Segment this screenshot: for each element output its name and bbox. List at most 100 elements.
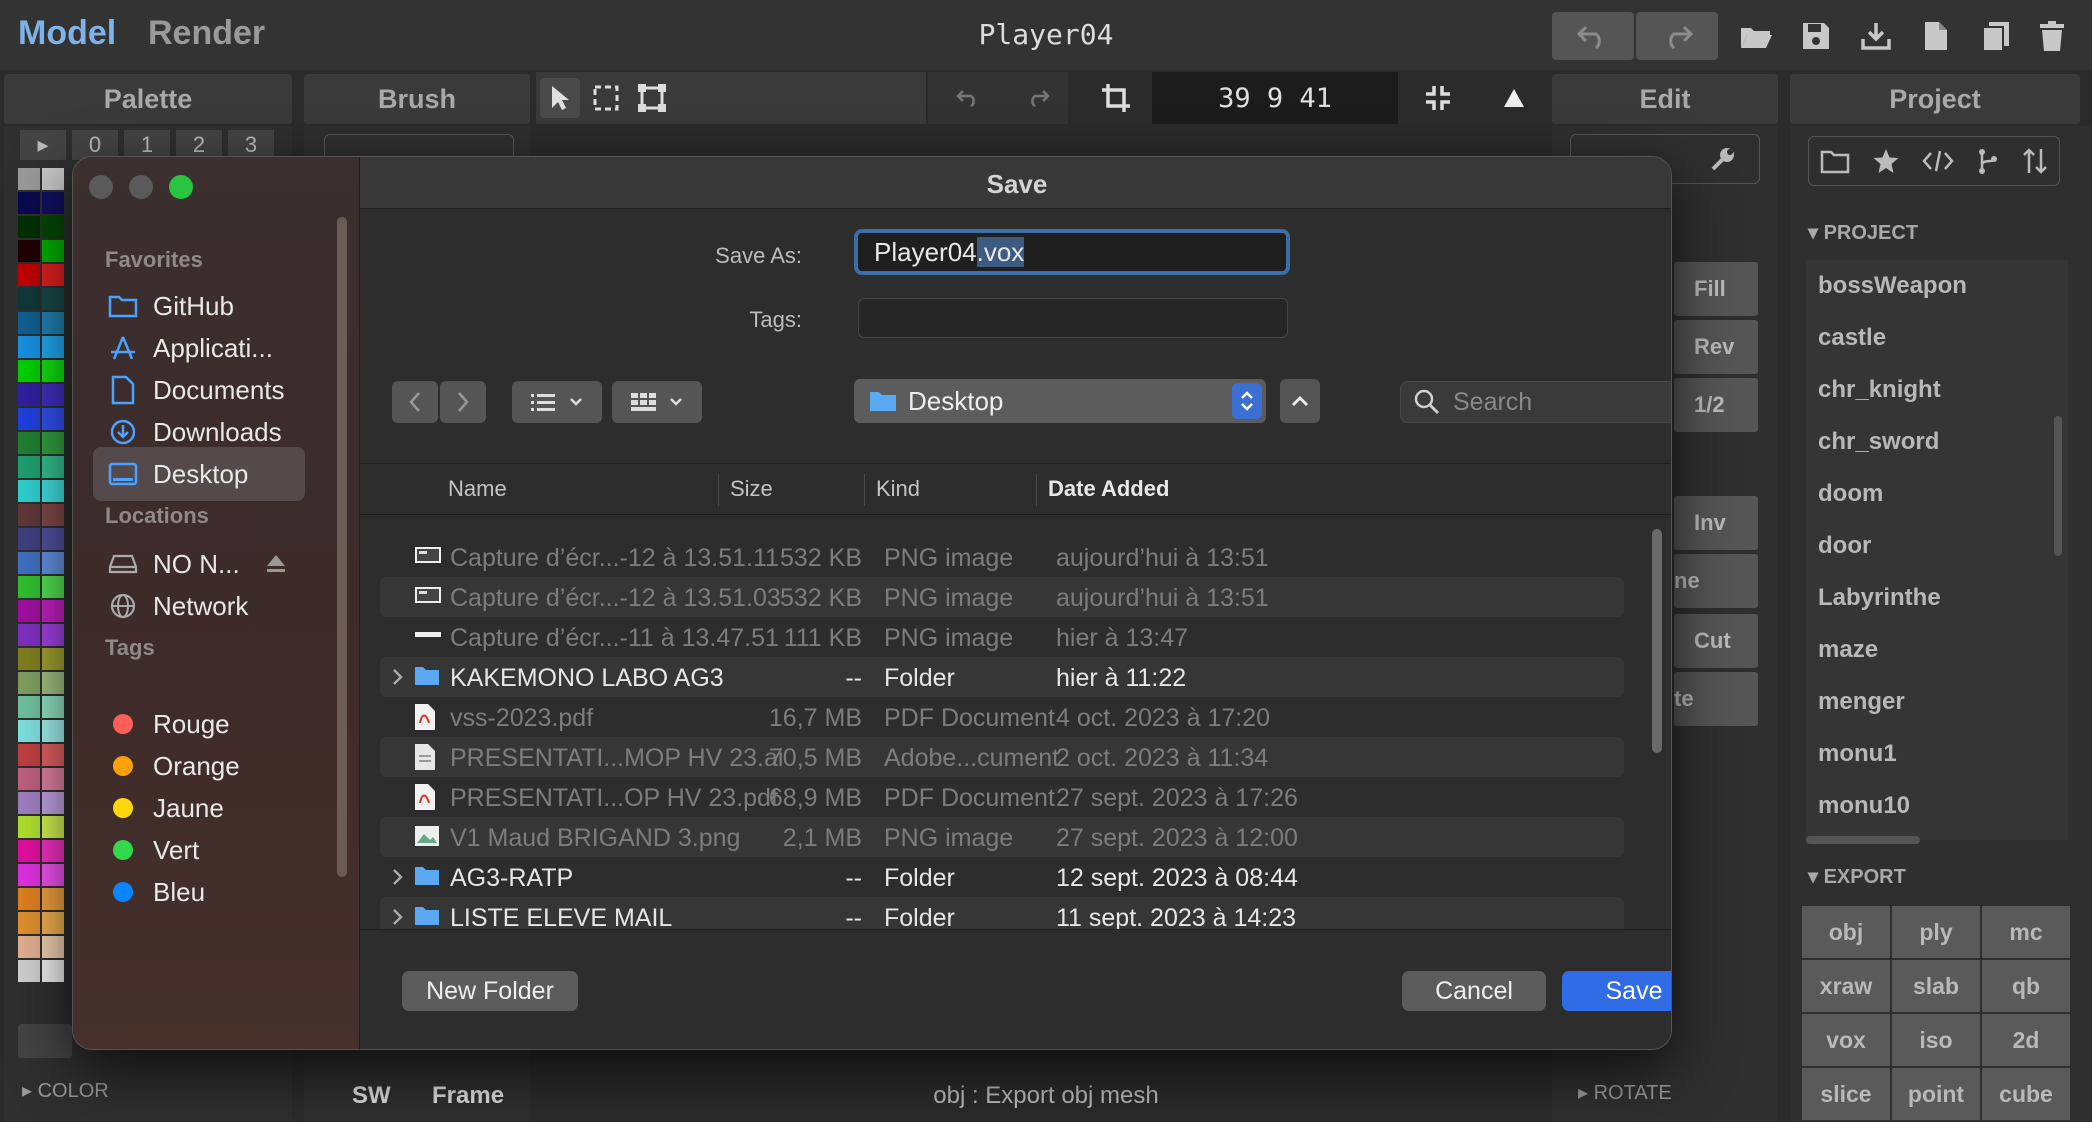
step-undo-button[interactable] — [948, 78, 988, 118]
folder-row[interactable]: LISTE ELEVE MAIL -- Folder 11 sept. 2023 à … — [380, 897, 1624, 929]
export-obj-button[interactable]: obj — [1802, 906, 1890, 958]
project-list-item[interactable]: monu10 — [1806, 780, 2068, 832]
export-slice-button[interactable]: slice — [1802, 1068, 1890, 1120]
sidebar-item-desktop[interactable]: Desktop — [93, 447, 305, 501]
color-swatch[interactable] — [42, 312, 64, 334]
color-swatch[interactable] — [18, 600, 40, 622]
export-qb-button[interactable]: qb — [1982, 960, 2070, 1012]
color-swatch[interactable] — [42, 264, 64, 286]
minimize-window-button[interactable] — [129, 175, 153, 199]
color-swatch[interactable] — [18, 816, 40, 838]
color-swatch[interactable] — [18, 672, 40, 694]
color-swatch[interactable] — [18, 408, 40, 430]
color-swatch[interactable] — [18, 168, 40, 190]
color-swatch[interactable] — [18, 264, 40, 286]
collapse-dialog-button[interactable] — [1280, 379, 1320, 423]
color-swatch[interactable] — [42, 912, 64, 934]
file-row[interactable]: V1 Maud BRIGAND 3.png 2,1 MB PNG image 27 s… — [380, 817, 1624, 857]
color-swatch[interactable] — [18, 720, 40, 742]
select-tool-button[interactable] — [540, 78, 580, 118]
color-swatch[interactable] — [42, 648, 64, 670]
edit-cut-button[interactable]: Cut — [1674, 614, 1758, 668]
color-swatch[interactable] — [42, 888, 64, 910]
export-section-title[interactable]: ▾ EXPORT — [1808, 864, 1906, 889]
color-swatch[interactable] — [42, 288, 64, 310]
color-swatch[interactable] — [18, 912, 40, 934]
save-file-button[interactable] — [1796, 16, 1836, 56]
file-row[interactable]: PRESENTATI...MOP HV 23.ai 70,5 MB Adobe...… — [380, 737, 1624, 777]
undo-button[interactable] — [1552, 12, 1634, 60]
export-xraw-button[interactable]: xraw — [1802, 960, 1890, 1012]
color-swatch[interactable] — [18, 480, 40, 502]
color-swatch[interactable] — [18, 432, 40, 454]
color-swatch[interactable] — [18, 192, 40, 214]
cancel-button[interactable]: Cancel — [1402, 971, 1546, 1011]
palette-tab-arrow[interactable]: ▸ — [20, 130, 66, 160]
delete-button[interactable] — [2032, 16, 2072, 56]
color-swatch[interactable] — [18, 528, 40, 550]
project-list-item[interactable]: maze — [1806, 624, 2068, 676]
color-swatch[interactable] — [42, 864, 64, 886]
project-list-item[interactable]: doom — [1806, 468, 2068, 520]
color-swatch[interactable] — [18, 624, 40, 646]
color-swatch[interactable] — [42, 216, 64, 238]
color-swatch[interactable] — [42, 960, 64, 982]
color-swatch[interactable] — [42, 696, 64, 718]
column-kind[interactable]: Kind — [876, 476, 920, 502]
back-button[interactable] — [392, 381, 438, 423]
location-stepper[interactable] — [1232, 383, 1262, 419]
edit-half-button[interactable]: 1/2 — [1674, 378, 1758, 432]
open-folder-button[interactable] — [1736, 16, 1776, 56]
close-window-button[interactable] — [89, 175, 113, 199]
color-swatch[interactable] — [18, 648, 40, 670]
color-swatch[interactable] — [18, 288, 40, 310]
export-iso-button[interactable]: iso — [1892, 1014, 1980, 1066]
color-swatch[interactable] — [42, 576, 64, 598]
mode-tab-model[interactable]: Model — [18, 14, 116, 53]
export-slab-button[interactable]: slab — [1892, 960, 1980, 1012]
color-swatch[interactable] — [42, 504, 64, 526]
color-swatch[interactable] — [18, 216, 40, 238]
export-2d-button[interactable]: 2d — [1982, 1014, 2070, 1066]
marquee-tool-button[interactable] — [586, 78, 626, 118]
color-swatch[interactable] — [18, 240, 40, 262]
color-swatch[interactable] — [42, 360, 64, 382]
step-redo-button[interactable] — [1018, 78, 1058, 118]
project-list-item[interactable]: chr_knight — [1806, 364, 2068, 416]
shrink-button[interactable] — [1418, 78, 1458, 118]
project-section-title[interactable]: ▾ PROJECT — [1808, 220, 1918, 245]
color-swatch[interactable] — [42, 744, 64, 766]
brush-sw-label[interactable]: SW — [352, 1082, 391, 1110]
color-swatch[interactable] — [42, 480, 64, 502]
folder-row[interactable]: AG3-RATP -- Folder 12 sept. 2023 à 08:44 — [380, 857, 1624, 897]
project-list-item[interactable]: Labyrinthe — [1806, 572, 2068, 624]
color-swatch[interactable] — [18, 768, 40, 790]
color-swatch[interactable] — [42, 816, 64, 838]
color-swatch[interactable] — [18, 336, 40, 358]
color-swatch[interactable] — [18, 960, 40, 982]
edit-clone-button[interactable]: ne — [1674, 554, 1758, 608]
export-ply-button[interactable]: ply — [1892, 906, 1980, 958]
folder-row[interactable]: KAKEMONO LABO AG3 -- Folder hier à 11:22 — [380, 657, 1624, 697]
tags-field[interactable] — [858, 298, 1288, 338]
file-row[interactable]: Capture d’écr...-12 à 13.51.03 532 KB PNG … — [380, 577, 1624, 617]
color-swatch[interactable] — [18, 936, 40, 958]
edit-fill-button[interactable]: Fill — [1674, 262, 1758, 316]
branch-icon[interactable] — [1976, 147, 2000, 175]
transform-tool-button[interactable] — [632, 78, 672, 118]
color-swatch[interactable] — [42, 792, 64, 814]
save-button[interactable]: Save — [1562, 971, 1671, 1011]
color-swatch[interactable] — [42, 408, 64, 430]
color-swatch[interactable] — [18, 552, 40, 574]
project-list-item[interactable]: menger — [1806, 676, 2068, 728]
location-popup[interactable]: Desktop — [854, 379, 1266, 423]
download-button[interactable] — [1856, 16, 1896, 56]
edit-paste-button[interactable]: te — [1674, 672, 1758, 726]
folder-icon[interactable] — [1820, 148, 1850, 174]
color-swatch[interactable] — [42, 432, 64, 454]
new-folder-button[interactable]: New Folder — [402, 971, 578, 1011]
project-list-item[interactable]: door — [1806, 520, 2068, 572]
export-point-button[interactable]: point — [1892, 1068, 1980, 1120]
sort-icon[interactable] — [2022, 147, 2048, 175]
disclosure-chevron-icon[interactable] — [388, 903, 408, 929]
